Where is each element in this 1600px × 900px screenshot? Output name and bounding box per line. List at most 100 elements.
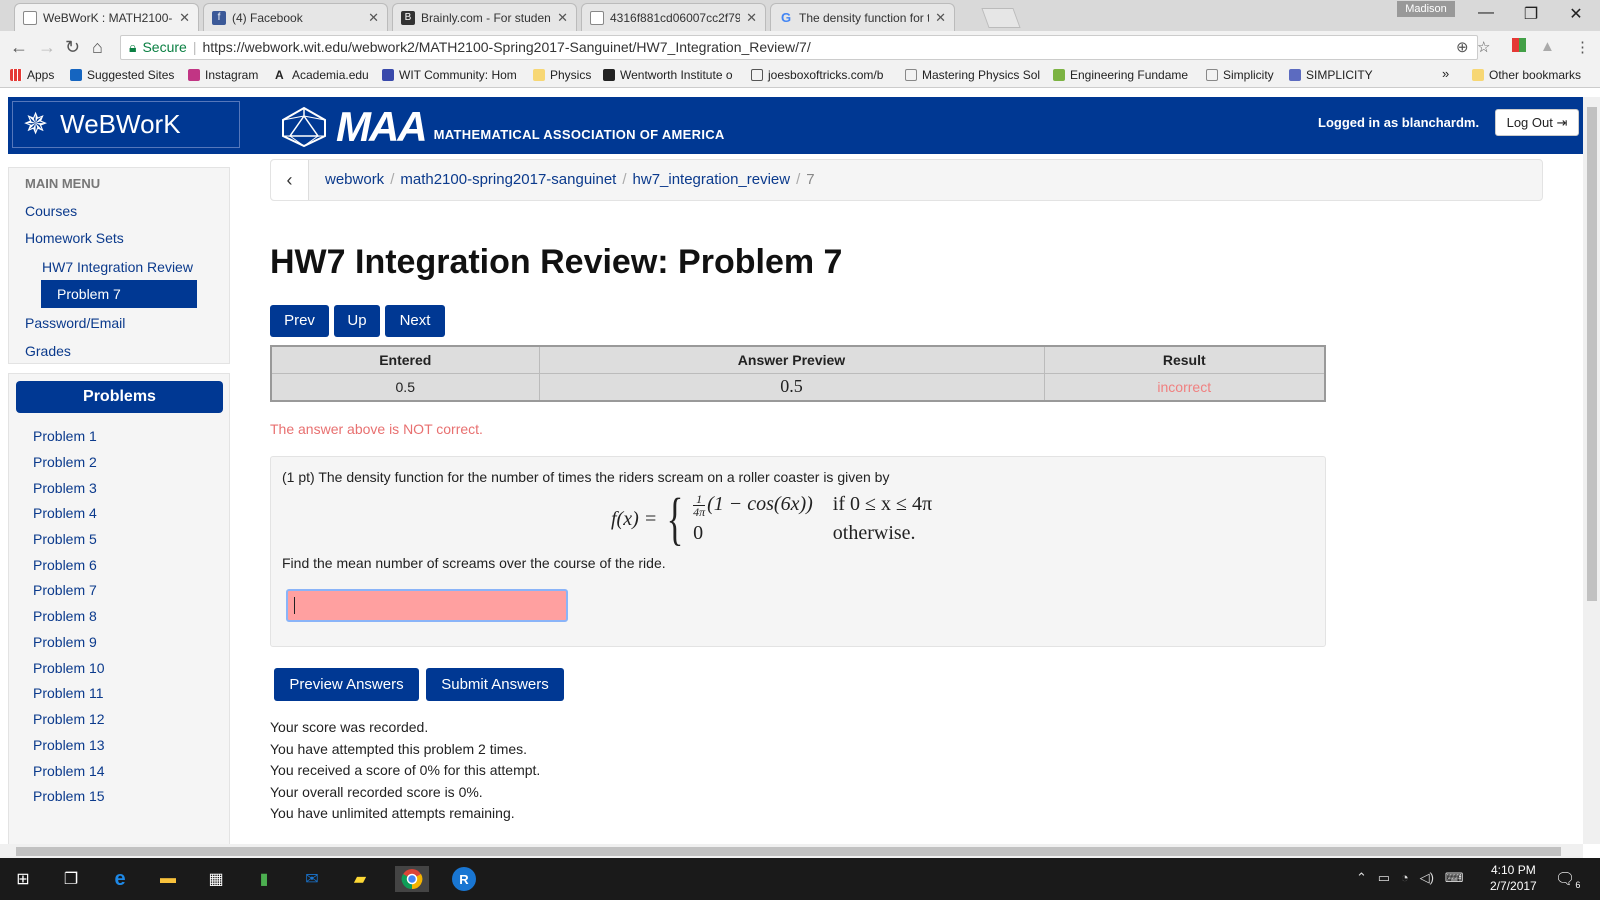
bookmark-wentworth[interactable]: Wentworth Institute o <box>603 68 733 82</box>
vertical-scrollbar[interactable] <box>1583 97 1600 844</box>
problem-link-9[interactable]: Problem 9 <box>33 634 97 650</box>
problem-link-10[interactable]: Problem 10 <box>33 660 105 676</box>
header-entered: Entered <box>270 345 540 374</box>
tab-brainly[interactable]: B Brainly.com - For student ✕ <box>392 3 577 31</box>
problem-link-6[interactable]: Problem 6 <box>33 557 97 573</box>
task-view-icon[interactable]: ❐ <box>58 866 84 892</box>
tab-facebook[interactable]: f (4) Facebook ✕ <box>203 3 388 31</box>
bookmark-apps[interactable]: Apps <box>10 68 54 82</box>
bookmark-joesbox[interactable]: joesboxoftricks.com/b <box>751 68 883 82</box>
minimize-icon[interactable]: — <box>1466 4 1506 22</box>
problem-link-11[interactable]: Problem 11 <box>33 685 104 701</box>
chevron-up-icon[interactable]: ⌃ <box>1356 870 1367 885</box>
problem-link-7[interactable]: Problem 7 <box>33 582 97 598</box>
battery-icon[interactable]: ▭ <box>1378 870 1390 885</box>
chevron-left-icon[interactable]: ‹ <box>271 160 309 200</box>
tab-document[interactable]: 4316f881cd06007cc2f79 ✕ <box>581 3 766 31</box>
answer-input[interactable] <box>286 589 568 622</box>
url-bar[interactable]: 🔒︎ Secure | https://webwork.wit.edu/webwork… <box>120 35 1478 60</box>
windows-start-icon[interactable]: ⊞ <box>10 866 36 892</box>
tab-webwork[interactable]: WeBWorK : MATH2100-S ✕ <box>14 3 199 31</box>
reload-icon[interactable]: ↻ <box>65 37 80 58</box>
problem-link-2[interactable]: Problem 2 <box>33 454 97 470</box>
webwork-logo[interactable]: ✵ WeBWorK <box>12 101 240 148</box>
new-tab-button[interactable] <box>981 8 1021 28</box>
submit-answers-button[interactable]: Submit Answers <box>426 668 564 701</box>
close-icon[interactable]: ✕ <box>557 10 568 26</box>
bookmark-wit-community[interactable]: WIT Community: Hom <box>382 68 517 82</box>
bookmark-other[interactable]: Other bookmarks <box>1472 68 1581 82</box>
tab-google[interactable]: G The density function for t ✕ <box>770 3 955 31</box>
score-line: You received a score of 0% for this atte… <box>270 762 541 778</box>
prev-button[interactable]: Prev <box>270 305 329 337</box>
logout-label: Log Out <box>1506 115 1553 130</box>
back-icon[interactable]: ← <box>10 37 28 58</box>
horizontal-scroll-thumb[interactable] <box>16 847 1561 856</box>
breadcrumb-webwork[interactable]: webwork <box>325 171 384 188</box>
bookmark-simplicity-2[interactable]: SIMPLICITY <box>1289 68 1373 82</box>
bookmark-mastering-physics[interactable]: Mastering Physics Sol <box>905 68 1040 82</box>
problem-link-15[interactable]: Problem 15 <box>33 788 105 804</box>
score-line: You have attempted this problem 2 times. <box>270 740 528 757</box>
menu-current-problem[interactable]: Problem 7 <box>41 280 197 308</box>
close-icon[interactable]: ✕ <box>368 10 379 26</box>
drive-icon[interactable]: ▲ <box>1540 38 1555 55</box>
problem-link-13[interactable]: Problem 13 <box>33 737 105 753</box>
notifications-icon[interactable]: 🗨︎6 <box>1555 869 1580 890</box>
outlook-icon[interactable]: ✉ <box>299 866 325 892</box>
close-icon[interactable]: ✕ <box>746 10 757 26</box>
next-button[interactable]: Next <box>385 305 445 337</box>
problem-link-4[interactable]: Problem 4 <box>33 505 97 521</box>
problem-link-1[interactable]: Problem 1 <box>33 428 97 444</box>
more-bookmarks-icon[interactable]: » <box>1442 66 1449 81</box>
results-row: 0.5 0.5 incorrect <box>270 372 1326 402</box>
menu-hw-set[interactable]: HW7 Integration Review <box>42 259 193 275</box>
volume-icon[interactable]: ◁) <box>1420 870 1434 885</box>
chrome-icon[interactable] <box>395 866 429 892</box>
zoom-icon[interactable]: ⊕ <box>1456 38 1469 56</box>
problem-link-14[interactable]: Problem 14 <box>33 763 105 779</box>
bookmark-simplicity[interactable]: Simplicity <box>1206 68 1274 82</box>
menu-grades[interactable]: Grades <box>25 343 71 359</box>
menu-password-email[interactable]: Password/Email <box>25 315 125 331</box>
forward-icon[interactable]: → <box>38 37 56 58</box>
close-icon[interactable]: ✕ <box>179 10 190 26</box>
restore-icon[interactable]: ❐ <box>1511 4 1551 24</box>
problem-link-8[interactable]: Problem 8 <box>33 608 97 624</box>
logout-button[interactable]: Log Out ⇥ <box>1495 109 1579 136</box>
app-icon[interactable]: ▮ <box>251 866 277 892</box>
app-r-icon[interactable]: R <box>452 867 476 891</box>
clock[interactable]: 4:10 PM 2/7/2017 <box>1490 862 1537 894</box>
wifi-icon[interactable]: ◔ <box>1401 870 1409 885</box>
problem-text: (1 pt) The density function for the numb… <box>282 469 890 485</box>
close-window-icon[interactable]: ✕ <box>1556 4 1596 24</box>
breadcrumb-set[interactable]: hw7_integration_review <box>633 171 791 188</box>
bookmark-suggested-sites[interactable]: Suggested Sites <box>70 68 174 82</box>
bookmark-label: Instagram <box>205 68 259 82</box>
close-icon[interactable]: ✕ <box>935 10 946 26</box>
file-explorer-icon[interactable]: ▬ <box>155 866 181 892</box>
sticky-notes-icon[interactable]: ▰ <box>347 866 373 892</box>
horizontal-scrollbar[interactable] <box>0 844 1583 858</box>
bookmark-instagram[interactable]: Instagram <box>188 68 258 82</box>
edge-icon[interactable]: e <box>107 866 133 892</box>
keyboard-icon[interactable]: ⌨ <box>1445 870 1464 885</box>
up-button[interactable]: Up <box>334 305 380 337</box>
profile-button[interactable]: Madison <box>1397 1 1455 17</box>
bookmark-engineering[interactable]: Engineering Fundame <box>1053 68 1188 82</box>
vertical-scroll-thumb[interactable] <box>1587 107 1597 601</box>
bookmark-physics[interactable]: Physics <box>533 68 591 82</box>
menu-icon[interactable]: ⋮ <box>1575 38 1590 56</box>
problem-link-3[interactable]: Problem 3 <box>33 480 97 496</box>
menu-courses[interactable]: Courses <box>25 203 77 219</box>
problem-link-5[interactable]: Problem 5 <box>33 531 97 547</box>
preview-answers-button[interactable]: Preview Answers <box>274 668 419 701</box>
breadcrumb-course[interactable]: math2100-spring2017-sanguinet <box>400 171 616 188</box>
store-icon[interactable]: ▦ <box>203 866 229 892</box>
bookmark-academia[interactable]: A Academia.edu <box>275 68 369 82</box>
extension-icon[interactable] <box>1512 38 1526 52</box>
menu-homework-sets[interactable]: Homework Sets <box>25 230 124 246</box>
problem-link-12[interactable]: Problem 12 <box>33 711 105 727</box>
home-icon[interactable]: ⌂ <box>92 37 103 58</box>
star-icon[interactable]: ☆ <box>1477 38 1490 56</box>
